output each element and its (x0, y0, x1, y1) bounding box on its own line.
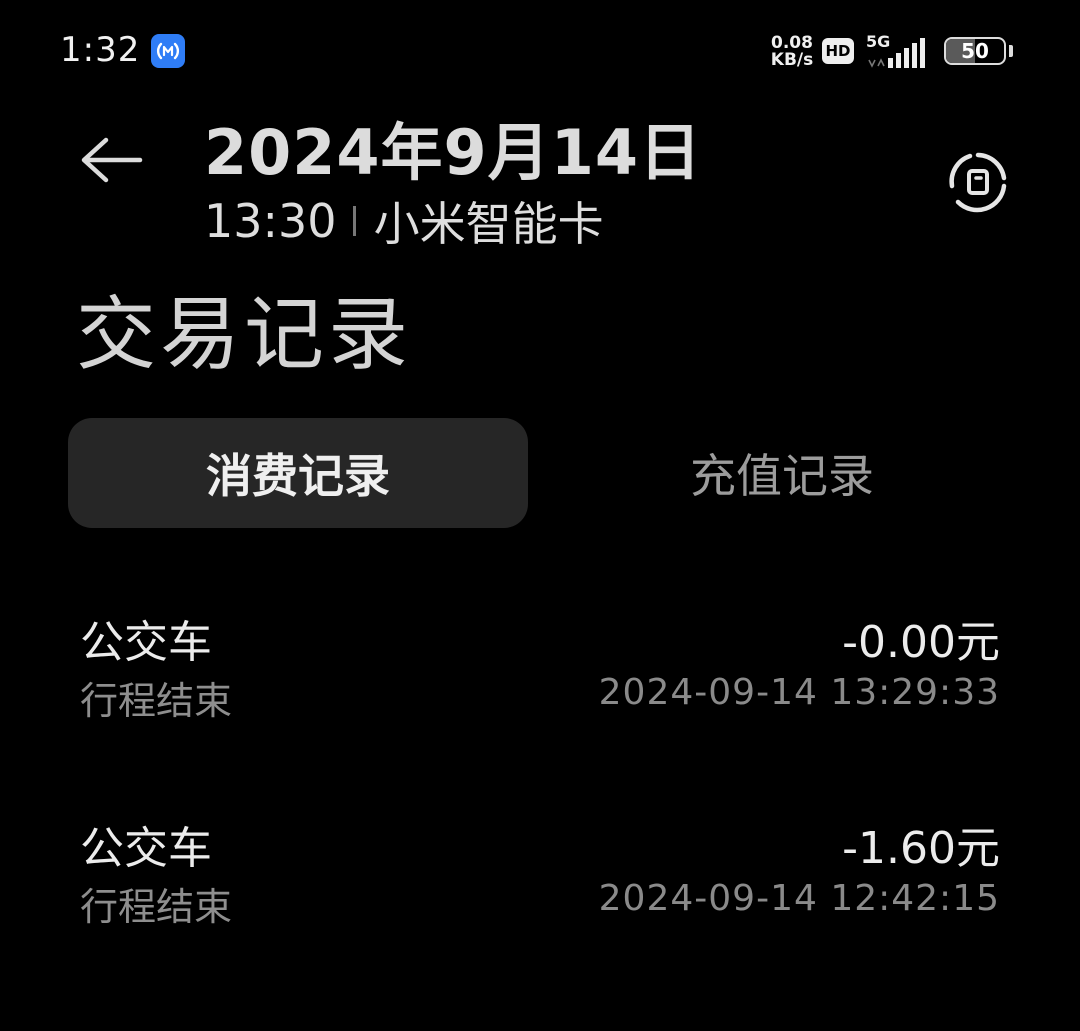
network-speed: 0.08 KB/s (768, 35, 816, 69)
transaction-time: 2024-09-14 12:42:15 (598, 878, 1000, 919)
header-subtitle: 13:30 小米智能卡 (204, 188, 604, 254)
back-button[interactable] (76, 130, 148, 190)
header-source: 小米智能卡 (373, 197, 604, 251)
signal-strength-icon (868, 38, 925, 68)
header-time: 13:30 (204, 194, 337, 248)
refresh-card-icon (949, 152, 1007, 213)
transaction-status: 行程结束 (80, 679, 233, 723)
transaction-row[interactable]: 公交车 行程结束 -1.60元 2024-09-14 12:42:15 (80, 812, 1000, 962)
network-speed-unit: KB/s (770, 50, 814, 70)
battery-level: 50 (961, 39, 989, 63)
transaction-title: 公交车 (80, 617, 212, 668)
tab-recharge-records[interactable]: 充值记录 (552, 418, 1012, 528)
transaction-title: 公交车 (80, 823, 212, 874)
hd-voice-badge: HD (822, 38, 854, 64)
transaction-time: 2024-09-14 13:29:33 (598, 672, 1000, 713)
battery-tip (1009, 45, 1013, 57)
tab-consumption-records[interactable]: 消费记录 (68, 418, 528, 528)
nfc-app-icon (151, 34, 185, 68)
transaction-status: 行程结束 (80, 885, 233, 929)
transaction-row[interactable]: 公交车 行程结束 -0.00元 2024-09-14 13:29:33 (80, 606, 1000, 756)
battery-indicator: 50 (944, 37, 1006, 65)
transaction-amount: -1.60元 (842, 823, 1000, 874)
page-title: 交易记录 (76, 288, 412, 381)
status-time: 1:32 (60, 30, 141, 70)
back-arrow-icon (81, 137, 143, 183)
transaction-amount: -0.00元 (842, 617, 1000, 668)
refresh-card-button[interactable] (946, 150, 1010, 214)
header-divider (352, 206, 356, 236)
header-date: 2024年9月14日 (204, 116, 702, 189)
